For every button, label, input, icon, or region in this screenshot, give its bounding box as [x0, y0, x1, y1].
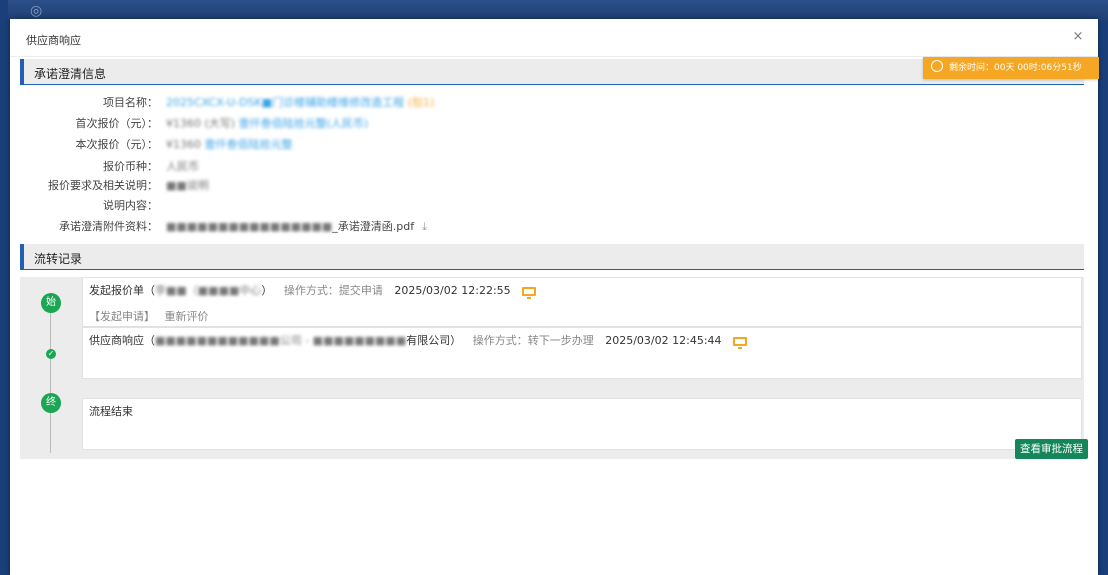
- this-quote-label: 本次报价（元）：: [75, 138, 159, 151]
- flow-records: 始 ✓ 终 发起报价单（李■■（■■■■中心） 操作方式：提交申请 2025/0…: [20, 277, 1084, 459]
- flow-card-start-time: 2025/03/02 12:22:55: [394, 284, 511, 297]
- project-name-tag: (包1): [407, 96, 435, 109]
- this-quote-words: 壹仟叁佰陆拾元整: [204, 138, 293, 151]
- description-label: 说明内容：: [103, 199, 158, 212]
- flow-card-end: 流程结束: [82, 398, 1082, 450]
- project-name-label: 项目名称：: [103, 96, 158, 109]
- project-name-value: 2025CXCX-U-DSK■门诊楼辅助楼维修改造工程 (包1): [166, 94, 434, 112]
- flow-card-response-header: 供应商响应（■■■■■■■■■■■■公司 - ■■■■■■■■■有限公司） 操作…: [89, 332, 748, 349]
- view-approval-flow-button[interactable]: 查看审批流程: [1015, 439, 1088, 459]
- timeline-line: [50, 293, 51, 453]
- flow-card-end-text: 流程结束: [89, 405, 133, 418]
- attachment-link[interactable]: _承诺澄清函.pdf: [332, 220, 414, 233]
- flow-card-start-op: 操作方式：提交申请: [283, 284, 383, 297]
- flow-card-start-person: 李■■（■■■■中心: [155, 284, 262, 297]
- flow-card-response-company-end: 有限公司）: [406, 334, 462, 347]
- check-node-icon: ✓: [46, 349, 56, 359]
- currency-value: 人民币: [166, 160, 199, 173]
- currency-label: 报价币种：: [103, 160, 158, 173]
- supplier-response-modal: 供应商响应 × 承诺澄清信息 项目名称： 2025CXCX-U-DSK■门诊楼辅…: [10, 19, 1099, 575]
- this-quote-value: ¥1360 壹仟叁佰陆拾元整: [166, 136, 293, 154]
- flow-card-response-company: ■■■■■■■■■■■■公司 - ■■■■■■■■■: [155, 334, 407, 347]
- start-node-icon: 始: [41, 293, 61, 313]
- modal-title: 供应商响应: [26, 34, 81, 47]
- flow-card-start: 发起报价单（李■■（■■■■中心） 操作方式：提交申请 2025/03/02 1…: [82, 277, 1082, 327]
- flow-card-start-sub-tag: 【发起申请】: [89, 310, 155, 323]
- section-flow-title: 流转记录: [34, 252, 83, 266]
- this-quote-number: ¥1360: [166, 138, 201, 151]
- requirements-label: 报价要求及相关说明：: [48, 179, 158, 192]
- flow-card-start-action: 发起报价单（: [89, 284, 155, 297]
- flow-card-start-sub-text: 重新评价: [164, 310, 209, 323]
- attachment-label: 承诺澄清附件资料：: [59, 220, 158, 233]
- monitor-icon[interactable]: [733, 337, 748, 349]
- project-name-text: 2025CXCX-U-DSK■门诊楼辅助楼维修改造工程: [166, 96, 405, 109]
- first-quote-number: ¥1360 (大写): [166, 117, 236, 130]
- background-left-strip: [0, 0, 8, 575]
- background-logo: ◎: [30, 3, 45, 19]
- download-icon[interactable]: ⤓: [422, 218, 427, 236]
- attachment-value: ■■■■■■■■■■■■■■■■_承诺澄清函.pdf ⤓: [166, 218, 427, 236]
- end-node-icon: 终: [41, 393, 61, 413]
- modal-header: 供应商响应 ×: [10, 19, 1098, 57]
- first-quote-words: 壹仟叁佰陆拾元整(人民币): [238, 117, 369, 130]
- flow-card-response: 供应商响应（■■■■■■■■■■■■公司 - ■■■■■■■■■有限公司） 操作…: [82, 327, 1082, 379]
- flow-card-response-action: 供应商响应（: [89, 334, 155, 347]
- first-quote-label: 首次报价（元）：: [75, 117, 159, 130]
- close-icon[interactable]: ×: [1068, 27, 1088, 47]
- first-quote-value: ¥1360 (大写) 壹仟叁佰陆拾元整(人民币): [166, 115, 368, 133]
- flow-card-start-header: 发起报价单（李■■（■■■■中心） 操作方式：提交申请 2025/03/02 1…: [89, 282, 537, 299]
- clock-icon: [931, 60, 943, 72]
- flow-card-start-action-end: ）: [261, 284, 273, 297]
- requirements-value: ■■说明: [166, 179, 209, 192]
- flow-card-response-time: 2025/03/02 12:45:44: [605, 334, 722, 347]
- section-flow-header: 流转记录: [20, 244, 1084, 270]
- countdown-timer: 剩余时间：00天 00时:06分51秒: [923, 57, 1099, 79]
- flow-card-response-op: 操作方式：转下一步办理: [472, 334, 594, 347]
- section-commitment-title: 承诺澄清信息: [34, 67, 107, 81]
- countdown-text: 剩余时间：00天 00时:06分51秒: [949, 63, 1082, 73]
- flow-card-start-sub: 【发起申请】 重新评价: [89, 308, 209, 324]
- attachment-prefix: ■■■■■■■■■■■■■■■■: [166, 220, 333, 233]
- monitor-icon[interactable]: [522, 287, 537, 299]
